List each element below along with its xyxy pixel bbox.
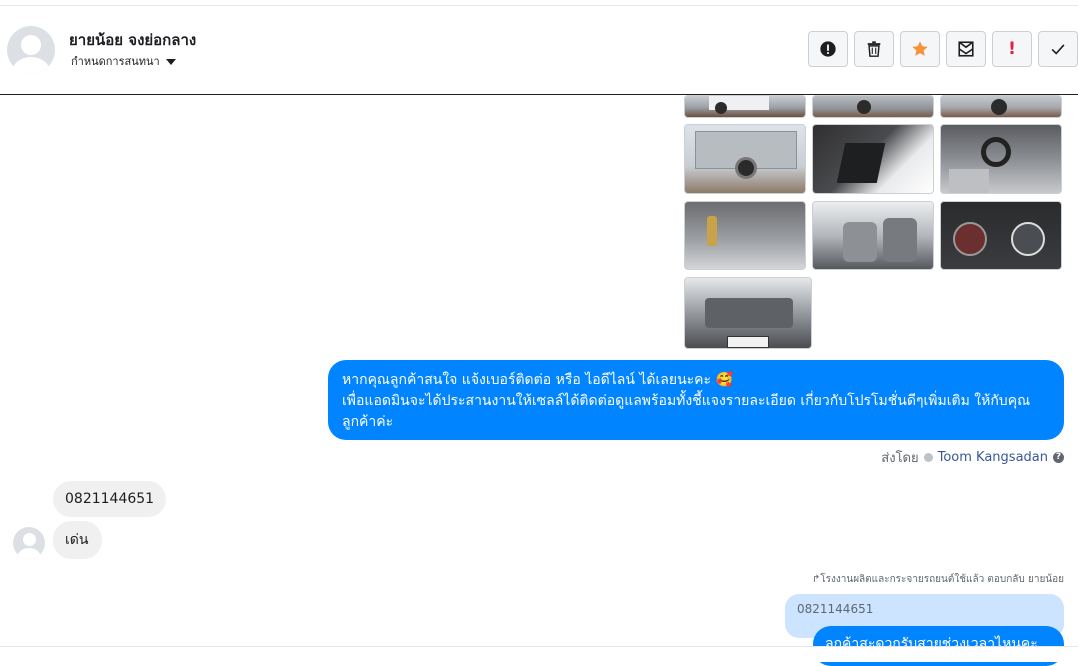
agent-status-icon (923, 453, 933, 462)
sent-by-info: ส่งโดย Toom Kangsadan ? (881, 447, 1064, 468)
photo-thumbnail[interactable] (812, 95, 934, 118)
incoming-message-bubble[interactable]: เด่น (53, 521, 102, 559)
info-button[interactable] (808, 31, 848, 67)
outgoing-message-line: เพื่อแอดมินจะได้ประสานงานให้เซลล์ได้ติดต… (342, 393, 1031, 430)
photo-thumbnail[interactable] (940, 95, 1062, 118)
caret-down-icon (165, 59, 176, 65)
mark-unread-icon (958, 41, 974, 57)
header-toolbar: ! (808, 31, 1078, 67)
photo-thumbnail[interactable] (684, 124, 806, 194)
incoming-message-bubble[interactable]: 0821144651 (53, 481, 166, 517)
photo-thumbnail[interactable] (940, 124, 1062, 194)
label-selector[interactable]: กำหนดการสนทนา (71, 52, 176, 70)
trash-icon (867, 41, 881, 57)
conversation-header: ยายน้อย จงย่อกลาง กำหนดการสนทนา ! (0, 6, 1078, 95)
mark-unread-button[interactable] (946, 31, 986, 67)
check-icon (1051, 44, 1065, 55)
photo-thumbnail[interactable] (684, 277, 812, 349)
delete-button[interactable] (854, 31, 894, 67)
star-icon (912, 41, 928, 56)
photo-thumbnail[interactable] (940, 201, 1062, 270)
info-circle-icon (820, 41, 836, 57)
incoming-message-text: เด่น (65, 532, 89, 548)
important-button[interactable]: ! (992, 31, 1032, 67)
composer-divider (0, 646, 1078, 662)
contact-name[interactable]: ยายน้อย จงย่อกลาง (69, 28, 196, 52)
quoted-message-text: 0821144651 (797, 602, 874, 616)
incoming-message-text: 0821144651 (65, 491, 155, 507)
sent-by-name[interactable]: Toom Kangsadan (938, 450, 1048, 465)
sent-by-label: ส่งโดย (881, 451, 919, 466)
contact-avatar-small[interactable] (13, 527, 45, 559)
done-button[interactable] (1038, 31, 1078, 67)
photo-thumbnail[interactable] (812, 201, 934, 270)
contact-avatar[interactable] (7, 26, 55, 74)
photo-thumbnail[interactable] (684, 95, 806, 118)
star-button[interactable] (900, 31, 940, 67)
outgoing-message-bubble[interactable]: หากคุณลูกค้าสนใจ แจ้งเบอร์ติดต่อ หรือ ไอ… (328, 360, 1064, 440)
reply-context: ↱โรงงานผลิตและกระจายรถยนต์ใช้แล้ว ตอบกลั… (811, 574, 1064, 585)
outgoing-message-line: หากคุณลูกค้าสนใจ แจ้งเบอร์ติดต่อ หรือ ไอ… (342, 372, 733, 388)
important-icon: ! (1008, 39, 1016, 59)
photo-thumbnail[interactable] (812, 124, 934, 194)
photo-thumbnail[interactable] (684, 201, 806, 270)
help-icon[interactable]: ? (1053, 452, 1064, 463)
label-selector-text: กำหนดการสนทนา (71, 55, 160, 68)
